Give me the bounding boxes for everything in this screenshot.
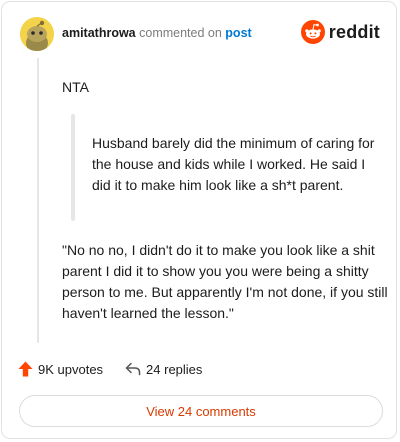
snoo-avatar-icon (20, 17, 54, 51)
comment-actions: 9K upvotes 24 replies (18, 361, 202, 377)
reply-count: 24 replies (146, 361, 203, 377)
quote-bar (71, 114, 75, 221)
comment-body: "No no no, I didn't do it to make you lo… (62, 242, 388, 321)
upvote-count: 9K upvotes (38, 361, 104, 377)
reddit-snoo-icon (300, 20, 325, 44)
replies-button[interactable]: 24 replies (125, 362, 202, 377)
avatar[interactable] (20, 17, 54, 51)
action-text: commented on (139, 26, 222, 40)
thread-line[interactable] (37, 58, 39, 343)
comment-meta: amitathrowa commented on post (62, 26, 252, 40)
quoted-text: Husband barely did the minimum of caring… (92, 135, 375, 193)
comment-card: amitathrowa commented on post reddit NTA… (1, 1, 397, 439)
upvote-arrow-icon (18, 361, 33, 377)
upvote-button[interactable]: 9K upvotes (18, 361, 103, 377)
reddit-logo[interactable]: reddit (300, 20, 380, 44)
username[interactable]: amitathrowa (62, 26, 136, 40)
view-comments-button[interactable]: View 24 comments (19, 395, 383, 427)
comment-opening: NTA (62, 79, 89, 95)
reply-arrow-icon (125, 362, 141, 376)
reddit-wordmark: reddit (328, 21, 380, 42)
post-link[interactable]: post (225, 26, 251, 40)
